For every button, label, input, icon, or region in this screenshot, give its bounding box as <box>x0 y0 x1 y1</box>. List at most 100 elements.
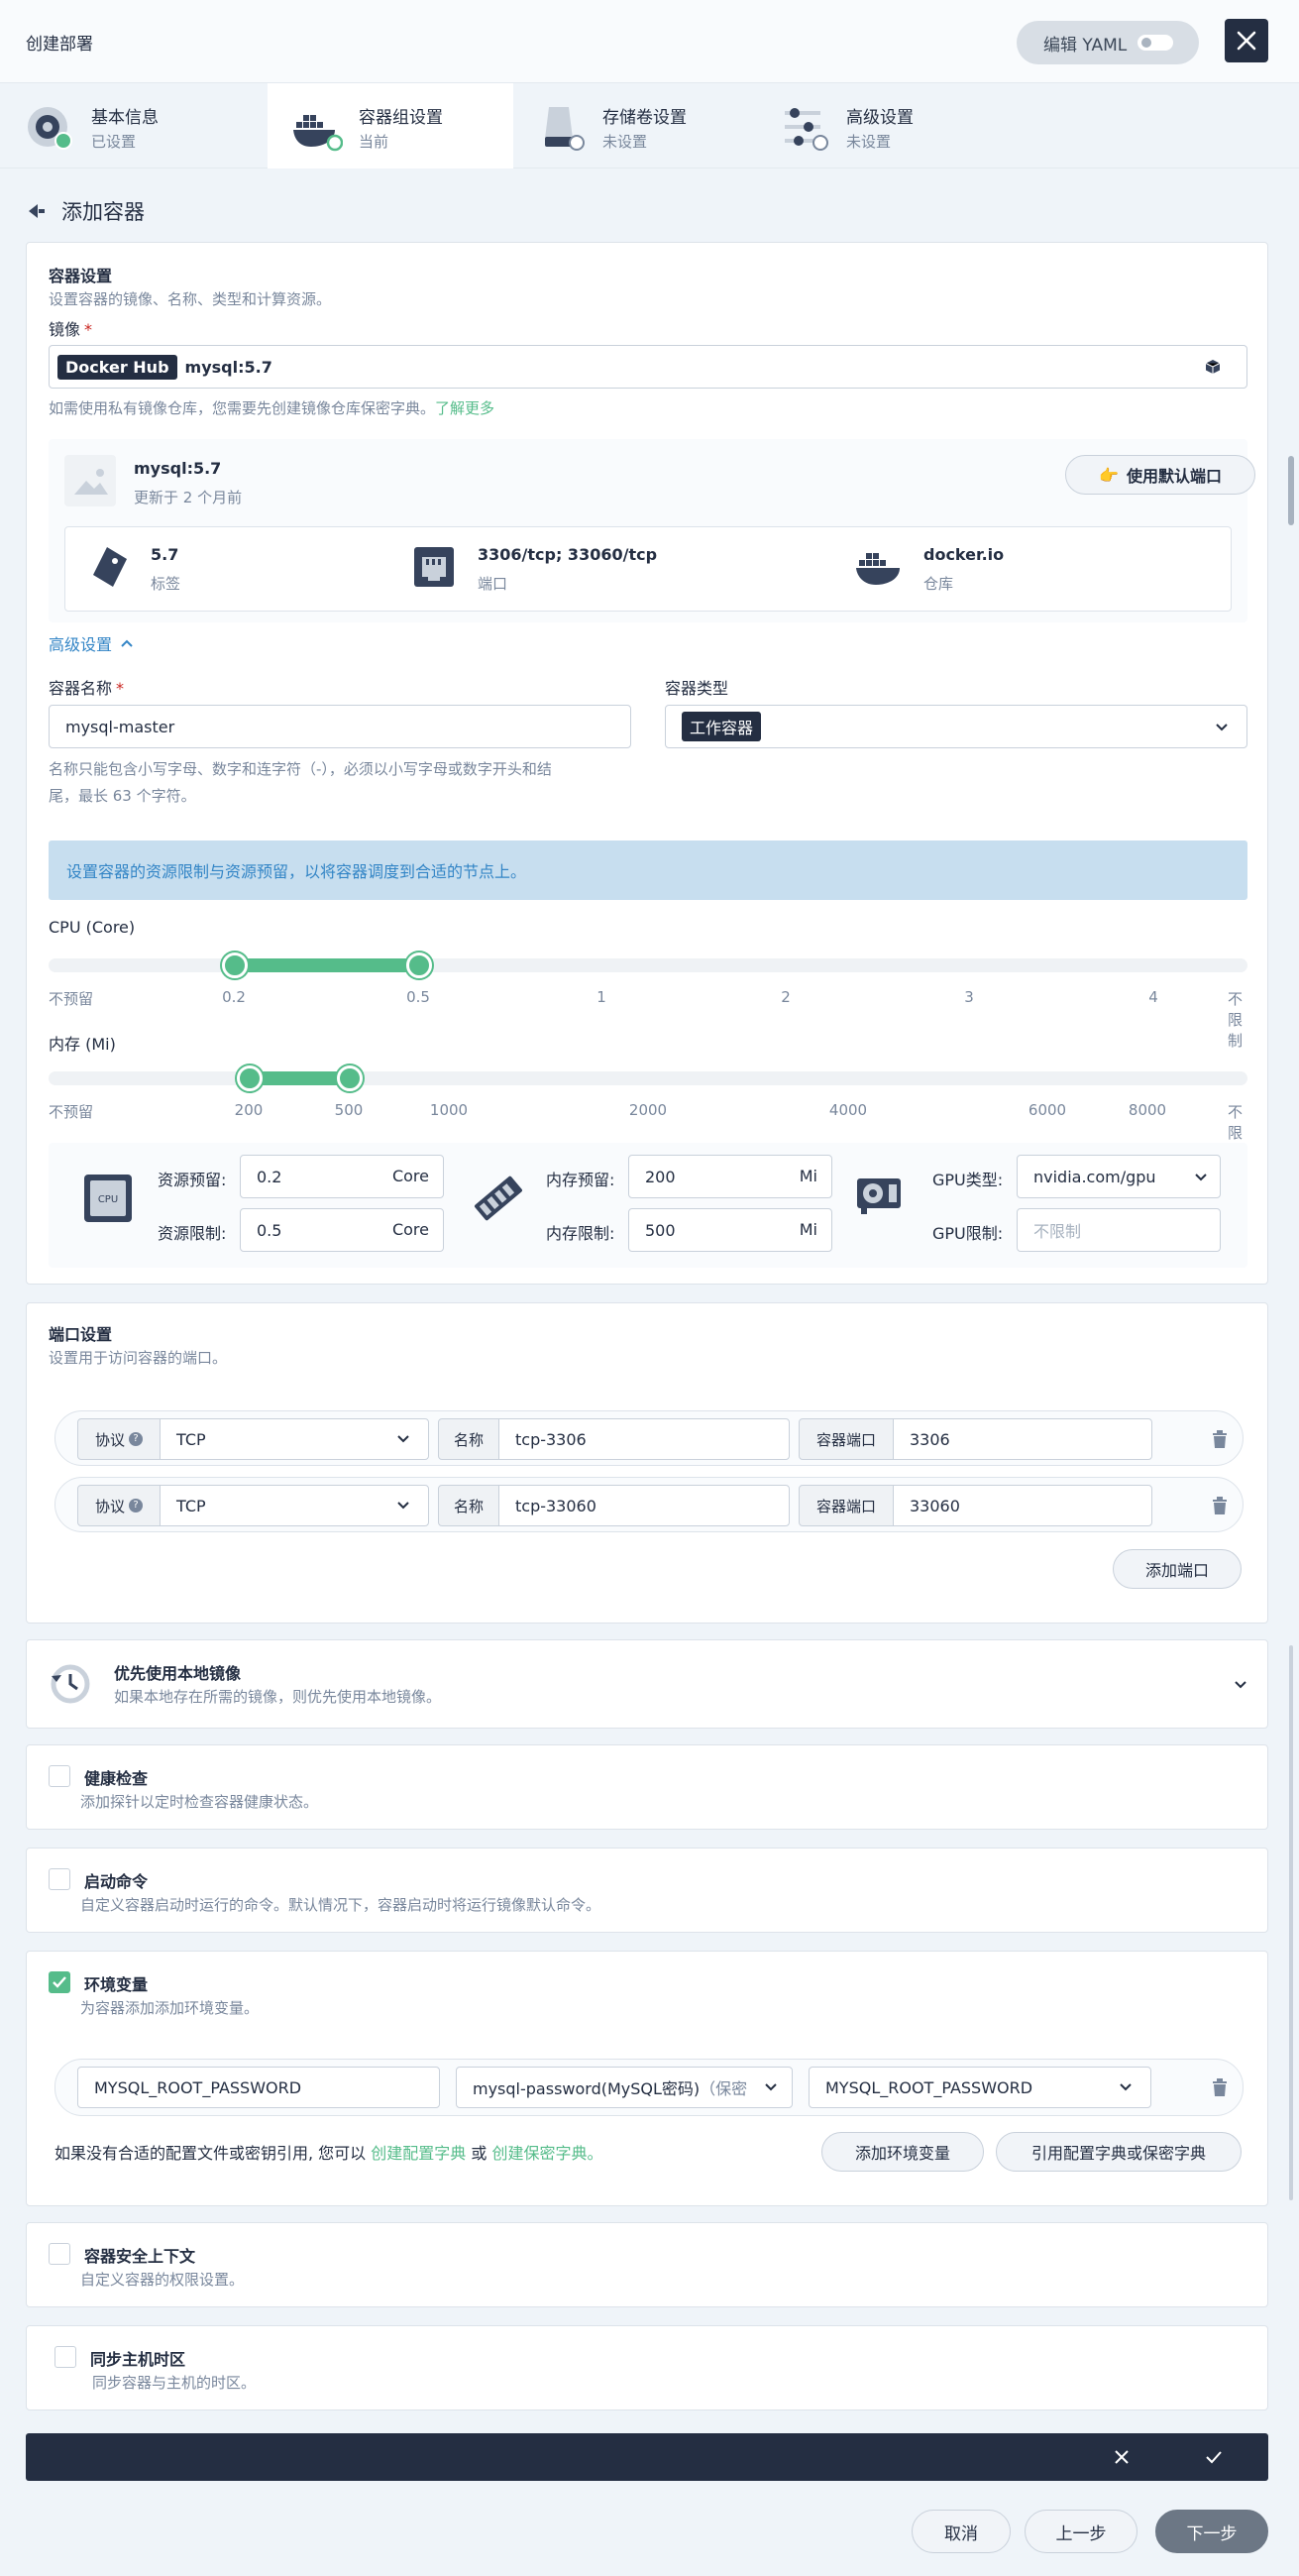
container-port-input[interactable]: 33060 <box>893 1485 1152 1526</box>
step-status: 未设置 <box>846 133 892 151</box>
help-icon: ? <box>129 1499 143 1512</box>
secret-select[interactable]: mysql-password(MySQL密码) （保密 <box>456 2067 793 2108</box>
sync-timezone-card: 同步主机时区 同步容器与主机的时区。 <box>26 2325 1268 2410</box>
memory-limit-label: 内存限制: <box>546 1224 615 1243</box>
memory-reserve-handle[interactable] <box>237 1065 263 1091</box>
image-updated: 更新于 2 个月前 <box>134 489 243 506</box>
reference-config-secret-button[interactable]: 引用配置字典或保密字典 <box>996 2132 1242 2172</box>
trash-icon[interactable] <box>1211 1496 1229 1515</box>
local-image-card[interactable]: 优先使用本地镜像 如果本地存在所需的镜像，则优先使用本地镜像。 <box>26 1639 1268 1729</box>
security-context-checkbox[interactable] <box>49 2243 70 2265</box>
cpu-reserve-handle[interactable] <box>222 952 248 978</box>
memory-limit-handle[interactable] <box>337 1065 363 1091</box>
learn-more-link[interactable]: 了解更多 <box>435 399 494 417</box>
section-desc: 自定义容器启动时运行的命令。默认情况下，容器启动时将运行镜像默认命令。 <box>80 1896 601 1914</box>
gpu-limit-input[interactable]: 不限制 <box>1017 1208 1221 1252</box>
image-input[interactable]: Docker Hub mysql:5.7 <box>49 345 1247 389</box>
health-check-checkbox[interactable] <box>49 1765 70 1787</box>
section-desc: 如果本地存在所需的镜像，则优先使用本地镜像。 <box>114 1688 442 1706</box>
gpu-type-select[interactable]: nvidia.com/gpu <box>1017 1155 1221 1198</box>
cpu-limit-input[interactable]: 0.5 Core <box>240 1208 444 1252</box>
cpu-limit-label: 资源限制: <box>158 1224 227 1243</box>
back-link[interactable]: 添加容器 <box>26 196 145 226</box>
container-name-label: 容器名称 * <box>49 679 125 698</box>
use-default-port-button[interactable]: 👉 使用默认端口 <box>1065 455 1255 495</box>
previous-step-button[interactable]: 上一步 <box>1025 2510 1137 2553</box>
docker-icon <box>856 553 900 585</box>
memory-tick: 8000 <box>1128 1101 1167 1119</box>
step-status: 当前 <box>359 133 389 151</box>
step-advanced[interactable]: 高级设置 未设置 <box>755 83 1001 168</box>
container-type-select[interactable]: 工作容器 <box>665 705 1247 748</box>
trash-icon[interactable] <box>1211 1429 1229 1449</box>
start-command-checkbox[interactable] <box>49 1868 70 1890</box>
cpu-reserve-input[interactable]: 0.2 Core <box>240 1155 444 1198</box>
scrollbar-track[interactable] <box>1289 1645 1293 2200</box>
section-title: 容器安全上下文 <box>84 2247 196 2266</box>
protocol-select[interactable]: TCP <box>160 1418 429 1460</box>
step-basic-info[interactable]: 基本信息 已设置 <box>0 83 246 168</box>
toggle-switch-icon <box>1137 35 1173 51</box>
check-icon[interactable] <box>1205 2449 1223 2465</box>
memory-reserve-input[interactable]: 200 Mi <box>628 1155 832 1198</box>
port-name-input[interactable]: tcp-3306 <box>498 1418 790 1460</box>
container-name-input[interactable]: mysql-master <box>49 705 631 748</box>
image-value: mysql:5.7 <box>184 357 272 377</box>
section-desc: 设置用于访问容器的端口。 <box>49 1349 228 1367</box>
section-desc: 为容器添加添加环境变量。 <box>80 1999 260 2017</box>
container-port-input[interactable]: 3306 <box>893 1418 1152 1460</box>
memory-tick: 4000 <box>828 1101 868 1119</box>
chevron-down-icon <box>397 1435 409 1443</box>
add-port-button[interactable]: 添加端口 <box>1113 1549 1242 1589</box>
secret-key-select[interactable]: MYSQL_ROOT_PASSWORD <box>809 2067 1151 2108</box>
trash-icon[interactable] <box>1211 2077 1229 2097</box>
step-title: 容器组设置 <box>359 108 443 128</box>
scrollbar-thumb[interactable] <box>1288 456 1294 525</box>
ethernet-port-icon <box>414 547 454 587</box>
edit-yaml-label: 编辑 YAML <box>1043 35 1128 56</box>
env-key-input[interactable]: MYSQL_ROOT_PASSWORD <box>77 2067 440 2108</box>
modal-title: 创建部署 <box>26 35 93 55</box>
check-icon <box>53 1976 66 1988</box>
memory-tick: 6000 <box>1028 1101 1067 1119</box>
step-volumes[interactable]: 存储卷设置 未设置 <box>511 83 757 168</box>
section-desc: 同步容器与主机的时区。 <box>92 2374 257 2392</box>
cpu-tick: 不限制 <box>1228 990 1244 1050</box>
port-name-input[interactable]: tcp-33060 <box>498 1485 790 1526</box>
image-details-box: mysql:5.7 更新于 2 个月前 👉 使用默认端口 5.7 标签 3306… <box>49 439 1255 622</box>
env-vars-checkbox[interactable] <box>49 1971 70 1993</box>
container-settings-card: 容器设置 设置容器的镜像、名称、类型和计算资源。 镜像 * Docker Hub … <box>26 242 1268 1285</box>
next-step-button[interactable]: 下一步 <box>1155 2510 1268 2553</box>
tag-value: 5.7 <box>151 545 179 564</box>
memory-label: 内存 (Mi) <box>49 1035 116 1054</box>
protocol-select[interactable]: TCP <box>160 1485 429 1526</box>
memory-limit-input[interactable]: 500 Mi <box>628 1208 832 1252</box>
cpu-tick: 2 <box>781 988 791 1006</box>
memory-tick: 1000 <box>429 1101 469 1119</box>
cpu-limit-handle[interactable] <box>406 952 432 978</box>
chevron-down-icon <box>1120 2083 1132 2091</box>
create-config-link[interactable]: 创建配置字典 <box>371 2144 466 2163</box>
close-button[interactable] <box>1225 19 1268 62</box>
registry-tag: Docker Hub <box>57 354 177 380</box>
sync-timezone-checkbox[interactable] <box>54 2346 76 2368</box>
memory-slider[interactable] <box>49 1071 1247 1085</box>
memory-reserve-label: 内存预留: <box>546 1171 615 1189</box>
edit-yaml-toggle[interactable]: 编辑 YAML <box>1017 21 1199 64</box>
memory-tick: 200 <box>234 1101 264 1119</box>
step-container-group[interactable]: 容器组设置 当前 <box>268 83 513 168</box>
step-status: 已设置 <box>91 133 137 151</box>
close-icon[interactable] <box>1114 2449 1130 2465</box>
name-addon: 名称 <box>438 1418 499 1460</box>
advanced-settings-toggle[interactable]: 高级设置 <box>49 631 134 655</box>
resource-tip: 设置容器的资源限制与资源预留，以将容器调度到合适的节点上。 <box>49 840 1247 900</box>
memory-tick: 不预留 <box>49 1103 94 1121</box>
section-desc: 设置容器的镜像、名称、类型和计算资源。 <box>49 290 332 308</box>
add-env-var-button[interactable]: 添加环境变量 <box>821 2132 984 2172</box>
port-value: 3306/tcp; 33060/tcp <box>478 545 658 564</box>
cancel-button[interactable]: 取消 <box>912 2510 1011 2553</box>
create-secret-link[interactable]: 创建保密字典。 <box>492 2144 603 2163</box>
cpu-tick: 不预留 <box>49 990 94 1008</box>
cpu-label: CPU (Core) <box>49 918 136 937</box>
docker-icon <box>293 115 343 152</box>
